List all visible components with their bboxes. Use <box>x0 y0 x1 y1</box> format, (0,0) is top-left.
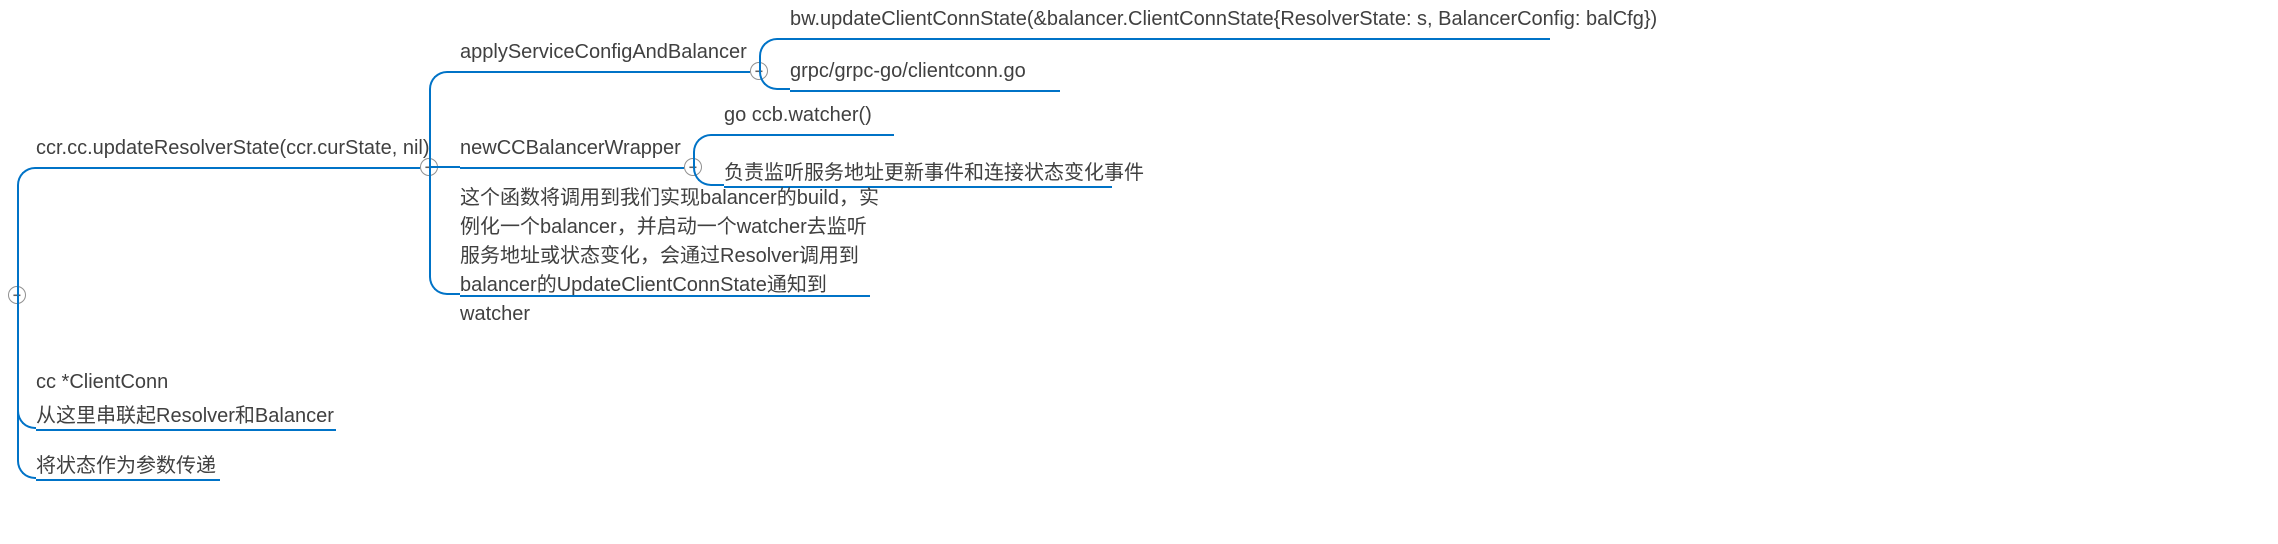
connector-l1-to-multi <box>429 167 460 295</box>
sibling1-line1: cc *ClientConn <box>36 371 168 394</box>
connector-l1-to-apply <box>429 71 460 167</box>
sibling1-underline <box>36 429 336 431</box>
newcc-underline <box>460 167 684 169</box>
bw-label: bw.updateClientConnState(&balancer.Clien… <box>790 8 1657 31</box>
connector-newcc-to-watcher <box>693 134 724 167</box>
multiline-label: 这个函数将调用到我们实现balancer的build，实例化一个balancer… <box>460 184 880 329</box>
sibling1-line2: 从这里串联起Resolver和Balancer <box>36 399 334 428</box>
desc-label: 负责监听服务地址更新事件和连接状态变化事件 <box>724 156 1144 185</box>
multiline-underline <box>460 295 870 297</box>
sibling2-label: 将状态作为参数传递 <box>36 449 216 478</box>
grpc-underline <box>790 90 1060 92</box>
sibling2-underline <box>36 479 220 481</box>
root-underline <box>36 167 420 169</box>
connector-apply-to-bw <box>759 38 790 71</box>
bw-underline <box>790 38 1550 40</box>
newcc-label: newCCBalancerWrapper <box>460 137 681 160</box>
watcher-underline <box>724 134 894 136</box>
connector-root-to-sib2 <box>17 295 36 479</box>
watcher-label: go ccb.watcher() <box>724 104 872 127</box>
root-label: ccr.cc.updateResolverState(ccr.curState,… <box>36 137 430 160</box>
apply-label: applyServiceConfigAndBalancer <box>460 41 747 64</box>
connector-root-to-main <box>17 167 36 295</box>
connector-apply-to-grpc <box>759 71 790 90</box>
grpc-label: grpc/grpc-go/clientconn.go <box>790 60 1026 83</box>
apply-underline <box>460 71 750 73</box>
